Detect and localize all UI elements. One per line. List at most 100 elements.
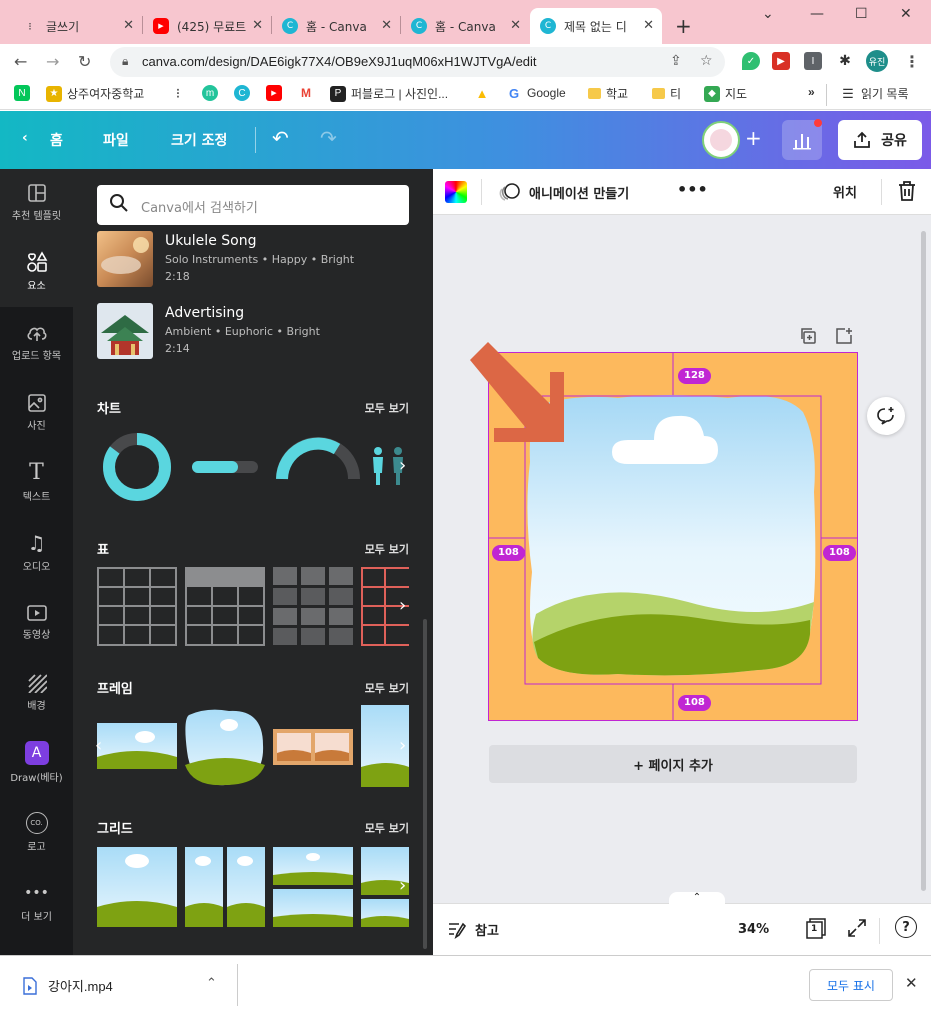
back-arrow-icon[interactable]: ← <box>14 52 27 71</box>
info-extension-icon[interactable]: I <box>804 52 822 70</box>
bookmark-star-icon[interactable]: ☆ <box>700 53 713 69</box>
table-thumb-header[interactable] <box>185 567 265 646</box>
bookmark-folder[interactable]: 학교 <box>588 85 628 102</box>
maximize-button[interactable]: ☐ <box>855 6 868 22</box>
color-picker-icon[interactable] <box>445 181 467 203</box>
design-page[interactable]: 128 108 108 108 <box>470 342 858 721</box>
bookmark-naver[interactable]: N <box>14 85 35 101</box>
frame-thumb-blob[interactable] <box>185 709 265 786</box>
arrow-element[interactable] <box>470 342 564 442</box>
redo-icon[interactable]: ↷ <box>320 126 337 150</box>
new-tab-button[interactable]: + <box>675 14 692 38</box>
forward-arrow-icon[interactable]: → <box>46 52 59 71</box>
rail-item-text[interactable]: T 텍스트 <box>0 447 73 517</box>
rail-item-background[interactable]: 배경 <box>0 657 73 727</box>
search-input[interactable]: Canva에서 검색하기 <box>97 185 409 225</box>
blob-frame-element[interactable] <box>527 395 816 676</box>
chevron-right-icon[interactable]: › <box>399 875 406 896</box>
record-extension-icon[interactable]: ▶ <box>772 52 790 70</box>
lock-icon[interactable]: 🔒︎ <box>122 54 128 69</box>
more-options-button[interactable]: ••• <box>677 180 708 199</box>
omnibox[interactable]: 🔒︎ canva.com/design/DAE6igk77X4/OB9eX9J1… <box>110 47 725 77</box>
grid-thumb-four[interactable] <box>273 847 353 927</box>
undo-icon[interactable]: ↶ <box>272 126 289 150</box>
audio-item[interactable]: Advertising Ambient • Euphoric • Bright … <box>97 303 409 359</box>
window-close-button[interactable]: ✕ <box>900 6 912 22</box>
zoom-level[interactable]: 34% <box>738 922 769 937</box>
add-page-button[interactable]: + 페이지 추가 <box>489 745 857 783</box>
share-page-icon[interactable]: ⇪ <box>670 53 682 69</box>
chevron-right-icon[interactable]: › <box>399 735 406 756</box>
close-icon[interactable]: ✕ <box>381 18 392 33</box>
table-thumb-plain[interactable] <box>97 567 177 646</box>
rail-item-logo[interactable]: CO. 로고 <box>0 797 73 867</box>
animate-button[interactable]: 애니메이션 만들기 <box>499 182 629 202</box>
browser-tab-active[interactable]: C 제목 없는 디 ✕ <box>530 8 662 44</box>
share-button[interactable]: 공유 <box>838 120 922 160</box>
shield-extension-icon[interactable]: ✓ <box>742 52 760 70</box>
page-count-button[interactable]: 1 <box>805 918 826 940</box>
profile-avatar[interactable]: 유진 <box>866 50 888 72</box>
see-all-chart[interactable]: 모두 보기 <box>365 400 409 416</box>
reload-icon[interactable]: ↻ <box>78 52 91 71</box>
editor-scrollbar[interactable] <box>919 221 927 901</box>
home-link[interactable]: 홈 <box>50 130 63 150</box>
close-icon[interactable]: ✕ <box>510 18 521 33</box>
menu-kebab-icon[interactable]: ⋮ <box>904 52 920 71</box>
rail-item-draw[interactable]: A Draw(베타) <box>0 727 73 797</box>
bookmark-folder[interactable]: 티 <box>652 85 681 102</box>
close-icon[interactable]: ✕ <box>905 974 918 992</box>
close-icon[interactable]: ✕ <box>252 18 263 33</box>
duplicate-page-icon[interactable] <box>799 327 817 345</box>
frame-element-row[interactable] <box>97 705 409 791</box>
gauge-chart-icon[interactable] <box>276 437 341 480</box>
show-all-downloads-button[interactable]: 모두 표시 <box>809 969 893 1001</box>
file-menu[interactable]: 파일 <box>103 130 129 150</box>
help-icon[interactable]: ? <box>895 916 917 938</box>
browser-tab[interactable]: ⁝ 글쓰기 ✕ <box>12 8 142 44</box>
rail-item-video[interactable]: 동영상 <box>0 587 73 657</box>
page-artwork[interactable] <box>470 342 858 721</box>
puzzle-icon[interactable]: ✱ <box>836 52 854 70</box>
chevron-right-icon[interactable]: › <box>399 595 406 616</box>
add-collaborator-icon[interactable]: + <box>745 126 762 150</box>
bookmark-school[interactable]: ★ 상주여자중학교 <box>46 85 144 102</box>
trash-icon[interactable] <box>897 180 917 202</box>
add-comment-button[interactable] <box>867 397 905 435</box>
resize-menu[interactable]: 크기 조정 <box>171 130 227 150</box>
table-element-row[interactable] <box>97 567 409 647</box>
grid-element-row[interactable] <box>97 847 409 929</box>
minimize-button[interactable]: — <box>810 6 824 22</box>
see-all-frame[interactable]: 모두 보기 <box>365 680 409 696</box>
rail-item-photos[interactable]: 사진 <box>0 377 73 447</box>
position-button[interactable]: 위치 <box>833 182 857 201</box>
rail-item-more[interactable]: ••• 더 보기 <box>0 867 73 937</box>
bookmark-canva[interactable]: C <box>234 85 255 101</box>
browser-tab[interactable]: ▶ (425) 무료트 ✕ <box>143 8 271 44</box>
bookmark-dots[interactable]: ⁝ <box>170 85 191 101</box>
close-icon[interactable]: ✕ <box>123 18 134 33</box>
download-item[interactable]: 강아지.mp4 <box>22 976 113 995</box>
bookmark-gmail[interactable]: M <box>298 85 319 101</box>
see-all-grid[interactable]: 모두 보기 <box>365 820 409 836</box>
browser-tab[interactable]: C 홈 - Canva ✕ <box>401 8 529 44</box>
reading-list[interactable]: ☰ 읽기 목록 <box>840 85 908 102</box>
chevron-up-icon[interactable]: ⌃ <box>206 976 217 991</box>
bookmark-drive[interactable]: ▲ <box>474 85 495 101</box>
bookmarks-more[interactable]: » <box>808 85 815 99</box>
add-page-icon[interactable] <box>835 327 853 345</box>
bookmark-maps[interactable]: ◆ 지도 <box>704 85 747 102</box>
audio-item[interactable]: Ukulele Song Solo Instruments • Happy • … <box>97 231 409 287</box>
notes-button[interactable]: 참고 <box>447 920 499 939</box>
table-thumb-filled[interactable] <box>273 567 353 645</box>
bookmark-m[interactable]: m <box>202 85 223 101</box>
progress-bar-icon[interactable] <box>192 461 238 473</box>
rail-item-audio[interactable]: ♫ 오디오 <box>0 517 73 587</box>
grid-thumb-two[interactable] <box>185 847 265 927</box>
chevron-up-icon[interactable]: ⌃ <box>669 892 725 906</box>
chevron-right-icon[interactable]: › <box>399 455 406 476</box>
chevron-down-icon[interactable]: ⌄ <box>762 6 774 22</box>
browser-tab[interactable]: C 홈 - Canva ✕ <box>272 8 400 44</box>
rail-item-templates[interactable]: 추천 템플릿 <box>0 169 73 235</box>
frame-thumb-film[interactable] <box>273 729 353 765</box>
